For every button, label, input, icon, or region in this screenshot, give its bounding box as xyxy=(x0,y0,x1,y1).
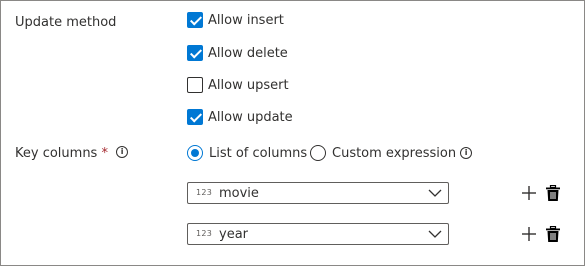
custom-expression-radio[interactable]: Custom expression i xyxy=(310,143,473,163)
numeric-type-icon: 123 xyxy=(196,188,213,197)
allow-delete-checkbox[interactable]: Allow delete xyxy=(187,43,288,63)
list-of-columns-label: List of columns xyxy=(209,145,308,161)
checkbox-checked-icon xyxy=(187,109,203,125)
delete-column-trash-icon[interactable] xyxy=(546,185,560,201)
update-settings-panel: Update method Allow insert Allow delete … xyxy=(0,0,585,266)
allow-insert-label: Allow insert xyxy=(208,12,284,28)
update-method-label: Update method xyxy=(15,15,117,30)
info-icon[interactable]: i xyxy=(460,147,473,159)
list-of-columns-radio[interactable]: List of columns xyxy=(187,143,307,163)
info-icon[interactable]: i xyxy=(116,146,129,158)
chevron-down-icon xyxy=(428,189,442,197)
key-column-select-movie[interactable]: 123 movie xyxy=(187,182,449,204)
allow-upsert-checkbox[interactable]: Allow upsert xyxy=(187,75,289,95)
allow-insert-checkbox[interactable]: Allow insert xyxy=(187,10,284,30)
radio-selected-icon xyxy=(187,145,203,161)
checkbox-checked-icon xyxy=(187,12,203,28)
delete-column-trash-icon[interactable] xyxy=(546,226,560,242)
required-marker: * xyxy=(101,146,108,161)
allow-delete-label: Allow delete xyxy=(208,45,288,61)
add-column-plus-icon[interactable] xyxy=(521,226,537,242)
allow-update-label: Allow update xyxy=(208,109,293,125)
radio-unselected-icon xyxy=(310,145,326,161)
key-columns-label-group: Key columns * i xyxy=(15,146,129,161)
allow-upsert-label: Allow upsert xyxy=(208,77,289,93)
checkbox-unchecked-icon xyxy=(187,77,203,93)
checkbox-checked-icon xyxy=(187,45,203,61)
numeric-type-icon: 123 xyxy=(196,229,213,238)
key-column-value: year xyxy=(219,227,249,242)
chevron-down-icon xyxy=(428,230,442,238)
key-column-value: movie xyxy=(219,186,259,201)
allow-update-checkbox[interactable]: Allow update xyxy=(187,107,293,127)
add-column-plus-icon[interactable] xyxy=(521,185,537,201)
key-column-select-year[interactable]: 123 year xyxy=(187,223,449,245)
key-columns-label: Key columns xyxy=(15,146,98,161)
custom-expression-label: Custom expression xyxy=(332,145,457,161)
